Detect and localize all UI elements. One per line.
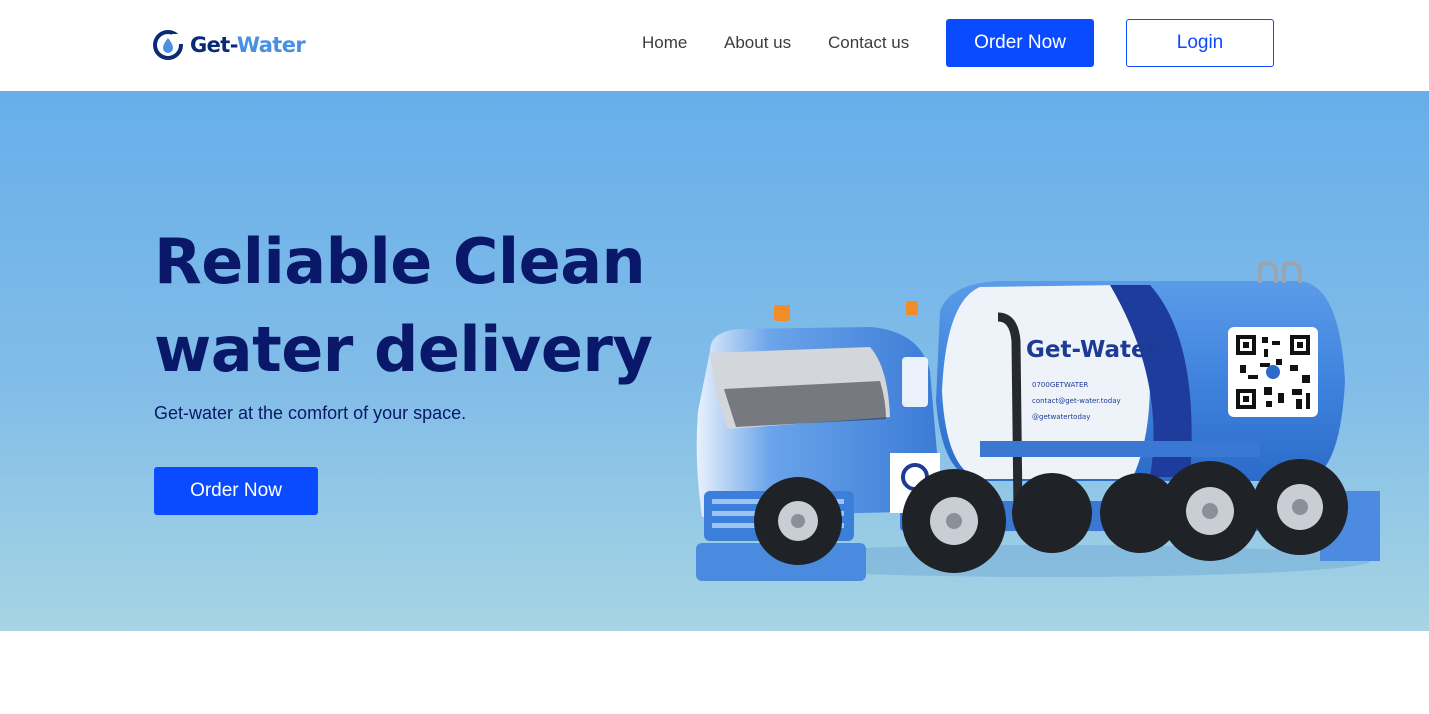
nav-link-contact[interactable]: Contact us xyxy=(828,32,909,54)
hero-title-line1: Reliable Clean xyxy=(154,225,646,298)
nav-link-home[interactable]: Home xyxy=(642,32,687,54)
brand-name: Get-Water xyxy=(190,33,306,57)
truck-decal-brand: Get-Water xyxy=(1026,337,1159,363)
hero-section: Reliable Clean water delivery Get-water … xyxy=(0,91,1429,631)
truck-decal-phone: 0700GETWATER xyxy=(1032,381,1088,389)
navbar: Get-Water Home About us Contact us Order… xyxy=(0,0,1429,91)
nav-link-about[interactable]: About us xyxy=(724,32,791,54)
hero-order-now-button[interactable]: Order Now xyxy=(154,467,318,515)
hero-title: Reliable Clean water delivery xyxy=(154,218,653,394)
truck-decal-social: @getwatertoday xyxy=(1032,413,1090,421)
login-button[interactable]: Login xyxy=(1126,19,1274,67)
brand-logo[interactable]: Get-Water xyxy=(153,29,306,61)
truck-wheels-layer xyxy=(754,441,1348,573)
water-drop-logo-icon xyxy=(153,30,183,60)
truck-decal-email: contact@get-water.today xyxy=(1032,397,1121,405)
qr-code-icon xyxy=(1228,327,1318,417)
hero-title-line2: water delivery xyxy=(154,313,653,386)
hero-subtitle: Get-water at the comfort of your space. xyxy=(154,403,467,423)
order-now-button[interactable]: Order Now xyxy=(946,19,1094,67)
